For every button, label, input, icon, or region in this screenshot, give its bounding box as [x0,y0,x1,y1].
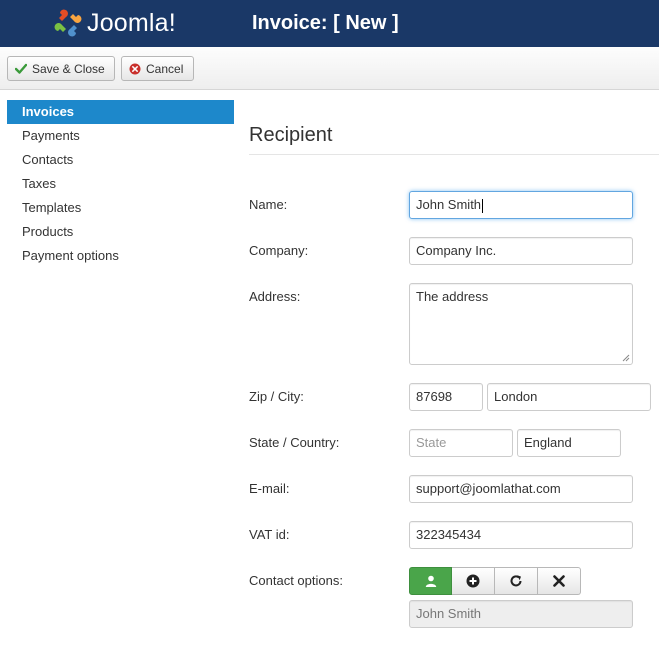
sidebar-item-taxes[interactable]: Taxes [7,172,234,196]
address-textarea[interactable]: The address [409,283,633,365]
cancel-button[interactable]: Cancel [121,56,194,81]
section-divider [249,154,659,155]
user-icon [425,575,436,587]
sidebar-item-payments[interactable]: Payments [7,124,234,148]
cancel-label: Cancel [146,61,184,76]
joomla-logo[interactable]: Joomla! [52,5,212,41]
save-close-button[interactable]: Save & Close [7,56,115,81]
resize-grip-icon[interactable] [622,354,630,362]
company-input[interactable]: Company Inc. [409,237,633,265]
sidebar-item-products[interactable]: Products [7,220,234,244]
check-icon [15,63,27,74]
header-bar: Joomla! Invoice: [ New ] [0,0,659,47]
remove-icon [553,575,565,587]
name-input[interactable]: John Smith [409,191,633,219]
name-label: Name: [249,197,288,212]
zip-input[interactable]: 87698 [409,383,483,411]
refresh-contact-button[interactable] [495,567,538,595]
page-title: Invoice: [ New ] [252,12,399,34]
sidebar-item-templates[interactable]: Templates [7,196,234,220]
email-input[interactable]: support@joomlathat.com [409,475,633,503]
add-contact-button[interactable] [452,567,495,595]
company-label: Company: [249,243,309,258]
section-title: Recipient [249,124,333,146]
email-label: E-mail: [249,481,290,496]
vat-input[interactable]: 322345434 [409,521,633,549]
sidebar-item-invoices[interactable]: Invoices [7,100,234,124]
plus-circle-icon [466,574,480,588]
sidebar-item-payment-options[interactable]: Payment options [7,244,234,268]
save-close-label: Save & Close [32,61,105,76]
vat-label: VAT id: [249,527,290,542]
zip-city-label: Zip / City: [249,389,304,404]
state-country-label: State / Country: [249,435,340,450]
state-input[interactable]: State [409,429,513,457]
cancel-circle-icon [129,63,141,74]
name-value: John Smith [416,197,482,212]
select-contact-button[interactable] [409,567,452,595]
contact-options-group [409,567,581,595]
joomla-logo-icon [54,9,82,37]
sidebar-item-contacts[interactable]: Contacts [7,148,234,172]
sidebar-nav: Invoices Payments Contacts Taxes Templat… [7,100,234,268]
city-input[interactable]: London [487,383,651,411]
logo-text: Joomla! [87,8,176,37]
address-value: The address [416,289,489,304]
selected-contact-field: John Smith [409,600,633,628]
contact-options-label: Contact options: [249,573,343,588]
country-input[interactable]: England [517,429,621,457]
toolbar: Save & Close Cancel [0,47,659,90]
clear-contact-button[interactable] [538,567,581,595]
address-label: Address: [249,289,301,304]
text-caret [482,198,484,213]
refresh-icon [510,575,522,587]
